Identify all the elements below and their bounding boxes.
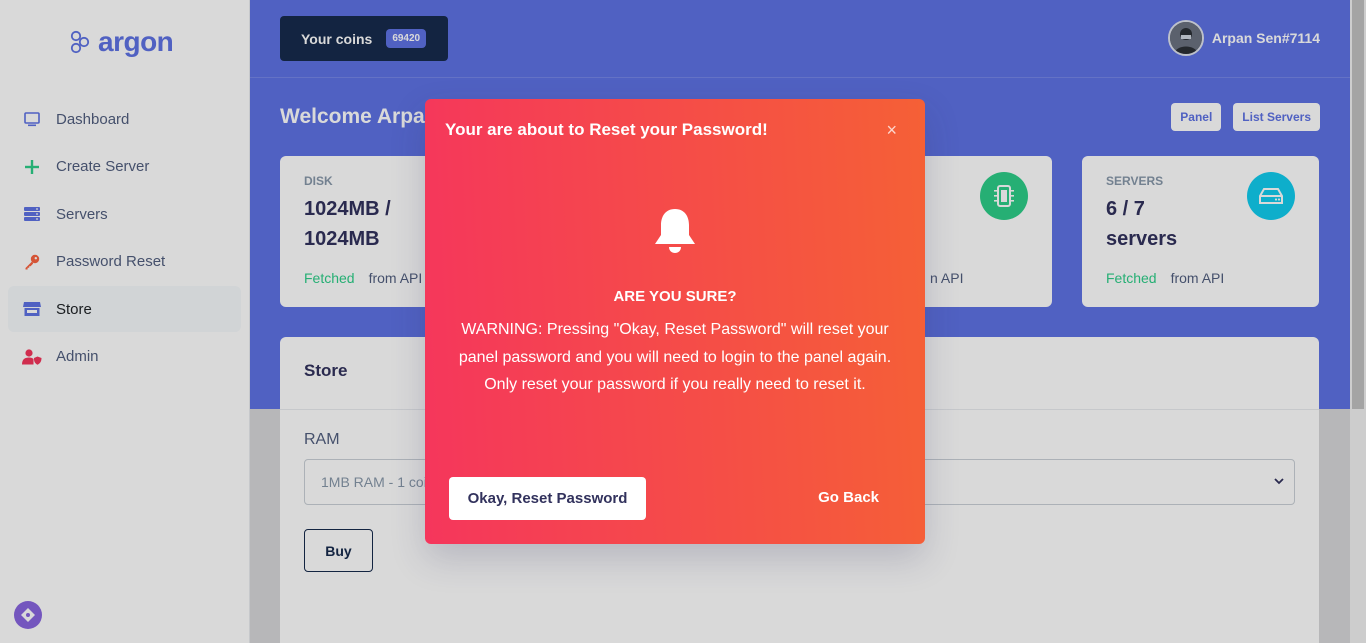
modal-heading: ARE YOU SURE? xyxy=(613,288,737,305)
go-back-button[interactable]: Go Back xyxy=(818,489,879,506)
close-icon[interactable]: × xyxy=(886,121,897,139)
modal-body-text: WARNING: Pressing "Okay, Reset Password"… xyxy=(458,321,892,393)
confirm-reset-button[interactable]: Okay, Reset Password xyxy=(449,477,646,520)
bell-icon xyxy=(653,207,697,260)
reset-password-modal: Your are about to Reset your Password! ×… xyxy=(425,99,925,544)
modal-title: Your are about to Reset your Password! xyxy=(445,120,768,139)
